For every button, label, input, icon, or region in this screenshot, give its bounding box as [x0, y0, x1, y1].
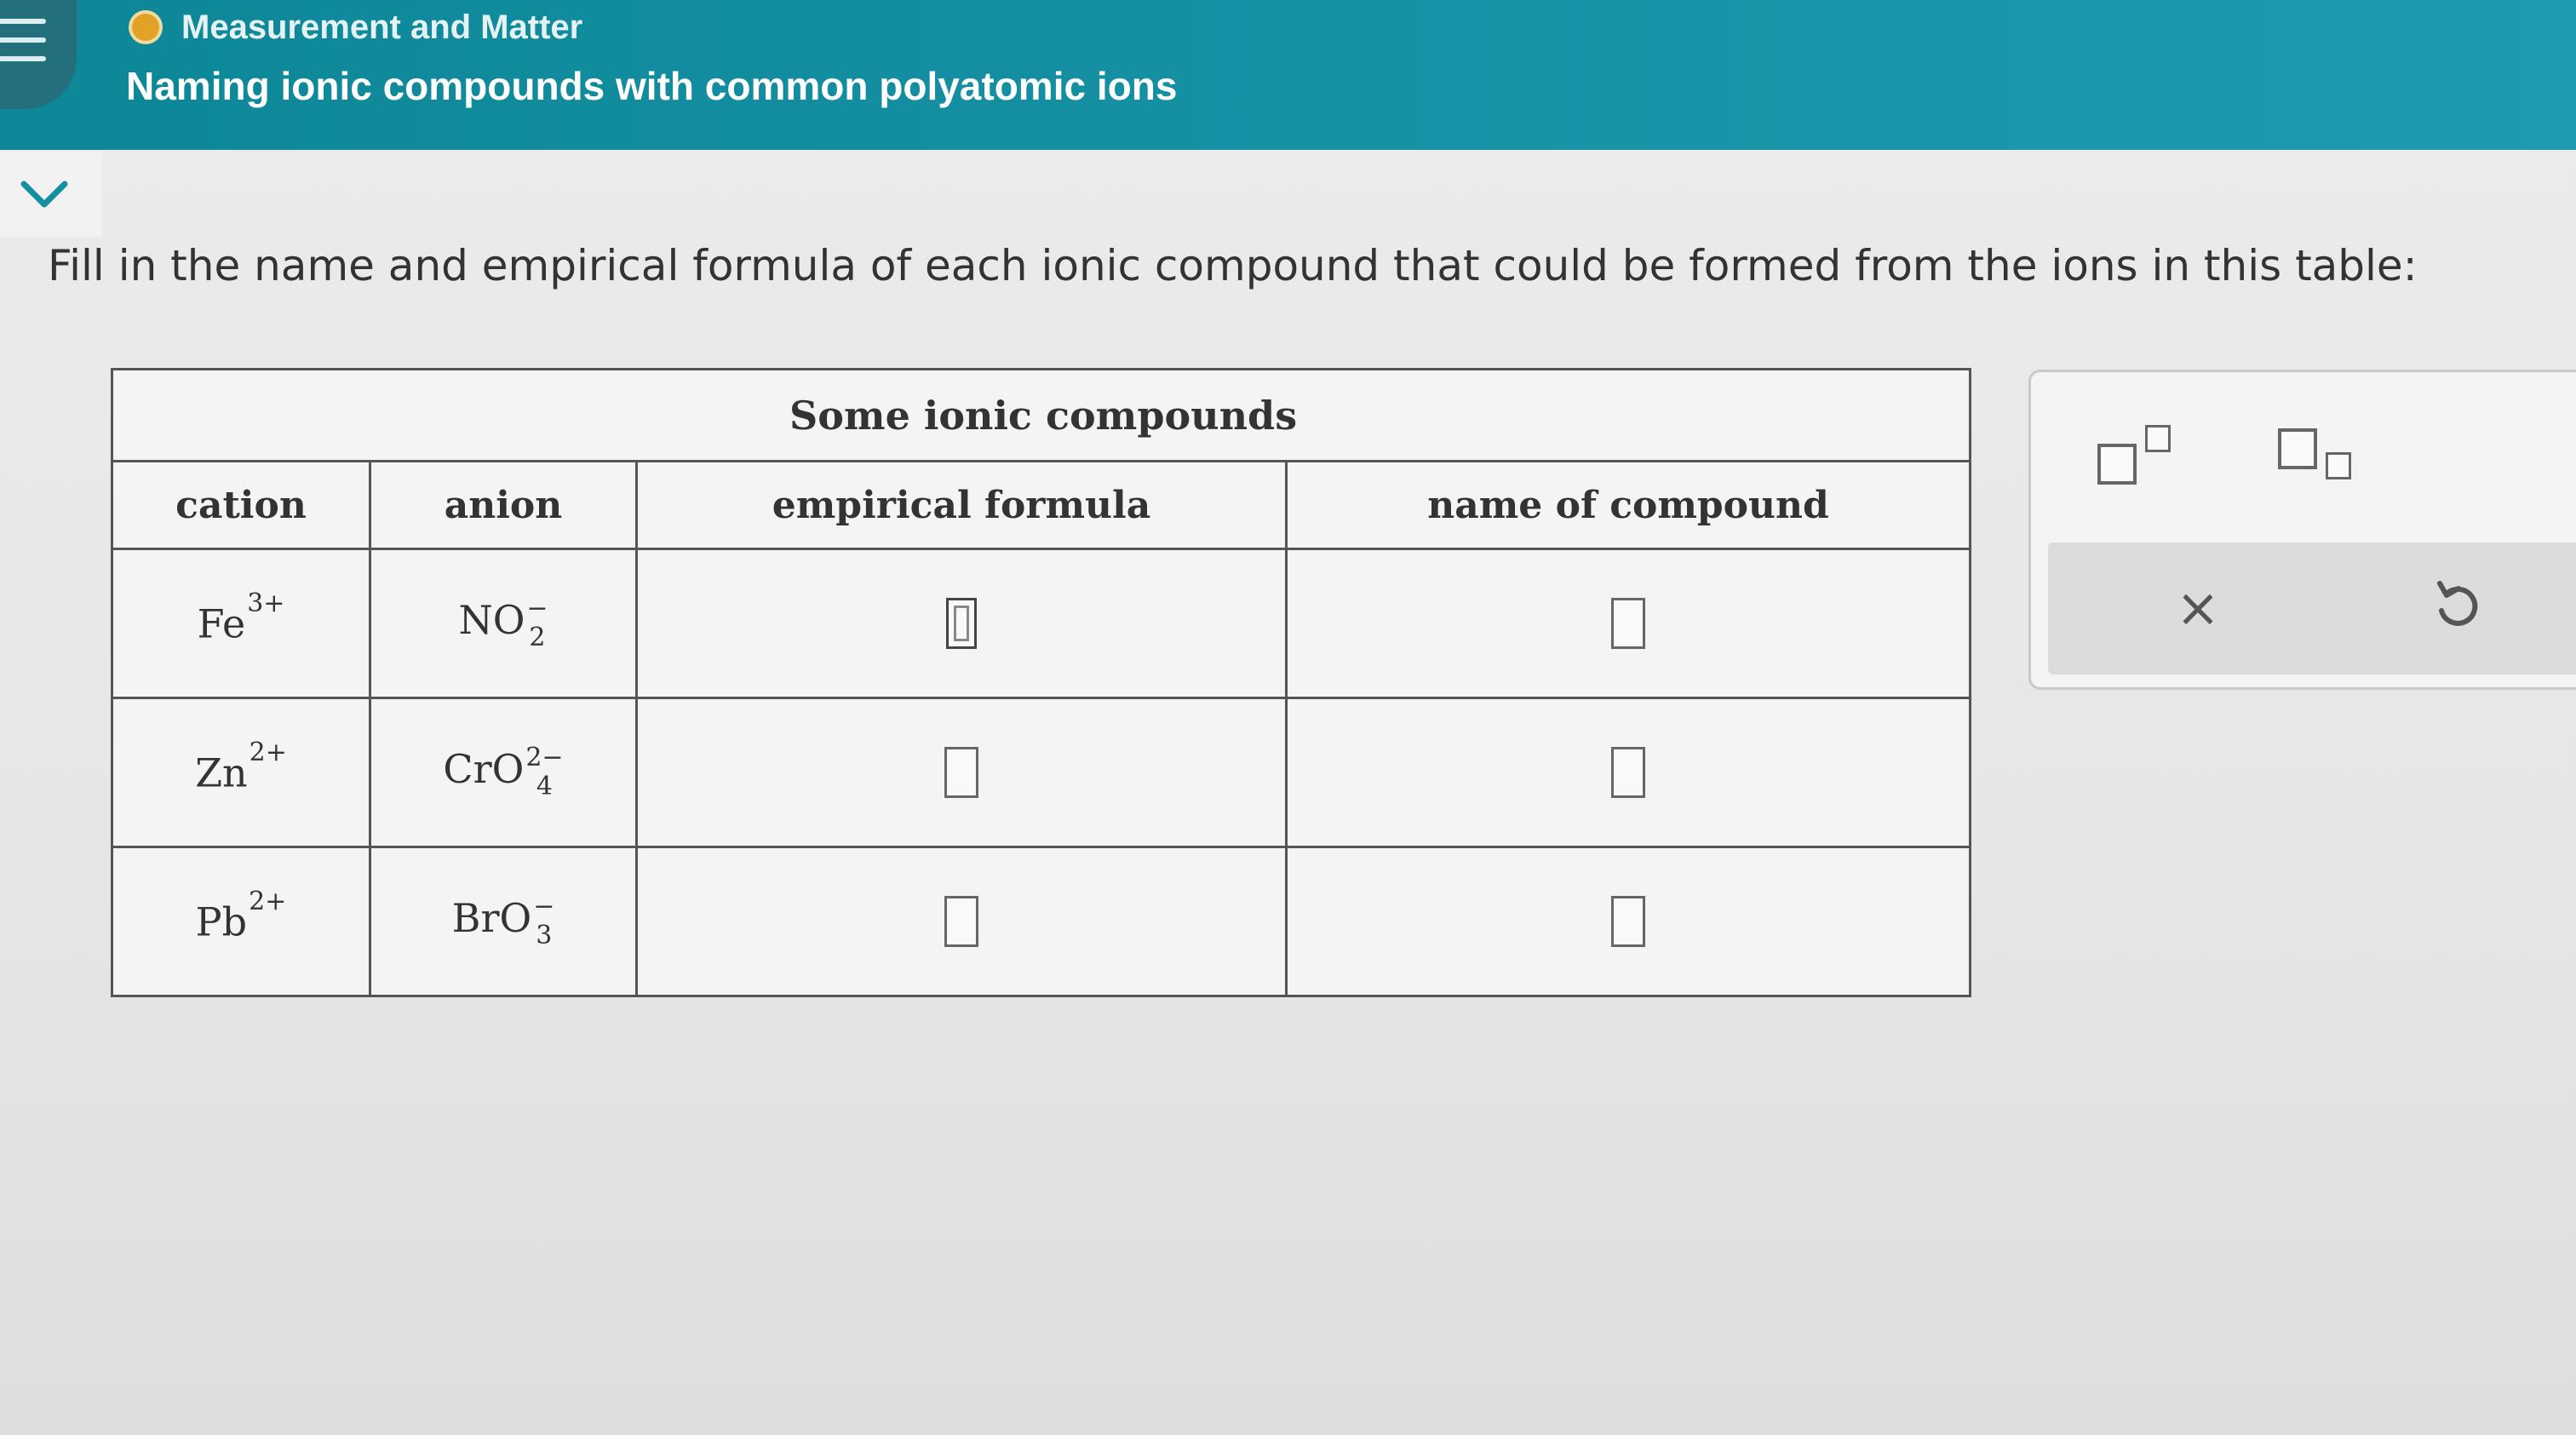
progress-dot-icon — [132, 14, 159, 41]
name-input[interactable] — [1611, 598, 1645, 649]
anion-cell: NO −2 — [369, 548, 638, 699]
cation-charge: 2+ — [249, 886, 287, 916]
instruction-text: Fill in the name and empirical formula o… — [48, 241, 2418, 290]
undo-button[interactable] — [2431, 575, 2482, 638]
ionic-compounds-table: Some ionic compounds cation anion empiri… — [111, 368, 1971, 997]
anion-symbol: CrO — [443, 746, 525, 792]
formula-input[interactable] — [946, 598, 977, 649]
anion-cell: BrO −3 — [369, 846, 638, 997]
superscript-button[interactable] — [2097, 422, 2191, 490]
top-header: Measurement and Matter Naming ionic comp… — [0, 0, 2576, 150]
name-cell — [1285, 846, 1971, 997]
subscript-box-icon — [2326, 452, 2351, 479]
cation-cell: Pb2+ — [111, 846, 371, 997]
cation-symbol: Zn — [195, 749, 248, 796]
formula-cell — [635, 697, 1288, 848]
undo-icon — [2437, 581, 2478, 626]
menu-icon-bar — [0, 37, 46, 43]
header-cation: cation — [111, 460, 371, 550]
name-input[interactable] — [1611, 896, 1645, 947]
anion-charge: 2− — [525, 743, 564, 772]
chevron-down-icon — [20, 181, 68, 208]
anion-symbol: BrO — [451, 895, 532, 941]
formula-cell — [635, 846, 1288, 997]
anion-cell: CrO 2− 4 — [369, 697, 638, 848]
table-caption: Some ionic compounds — [636, 368, 1971, 462]
actions-bar: × — [2048, 542, 2576, 674]
header-name-of-compound: name of compound — [1285, 460, 1971, 550]
name-cell — [1285, 697, 1971, 848]
menu-icon-bar — [0, 56, 46, 61]
table-row: Fe3+ NO −2 — [111, 548, 1971, 699]
formula-cell — [635, 548, 1288, 699]
table-row: Pb2+ BrO −3 — [111, 846, 1971, 997]
anion-charge: − — [526, 594, 548, 623]
menu-button[interactable] — [0, 0, 77, 109]
cation-symbol: Pb — [195, 898, 248, 945]
name-cell — [1285, 548, 1971, 699]
superscript-box-icon — [2145, 425, 2171, 452]
breadcrumb[interactable]: Measurement and Matter — [181, 9, 582, 47]
name-input[interactable] — [1611, 747, 1645, 798]
table-row: Zn2+ CrO 2− 4 — [111, 697, 1971, 848]
math-tools-panel: × — [2028, 370, 2576, 690]
anion-symbol: NO — [458, 597, 525, 643]
menu-icon — [0, 19, 46, 24]
anion-subscript: 4 — [536, 772, 553, 801]
subscript-template-icon — [2278, 428, 2317, 469]
header-empirical-formula: empirical formula — [635, 460, 1288, 550]
header-anion: anion — [369, 460, 638, 550]
clear-button[interactable]: × — [2176, 577, 2220, 639]
formula-input[interactable] — [944, 747, 978, 798]
anion-charge: − — [533, 892, 555, 921]
cation-cell: Zn2+ — [111, 697, 371, 848]
cation-charge: 3+ — [247, 588, 285, 618]
formula-input[interactable] — [944, 896, 978, 947]
subscript-button[interactable] — [2278, 422, 2372, 490]
cation-charge: 2+ — [249, 737, 287, 767]
page-title: Naming ionic compounds with common polya… — [126, 64, 1178, 108]
anion-subscript: 3 — [536, 921, 553, 950]
anion-subscript: 2 — [529, 623, 546, 652]
collapse-button[interactable] — [0, 152, 102, 237]
cation-cell: Fe3+ — [111, 548, 371, 699]
caption-spacer — [111, 368, 637, 462]
superscript-template-icon — [2097, 444, 2137, 485]
cation-symbol: Fe — [197, 600, 246, 647]
